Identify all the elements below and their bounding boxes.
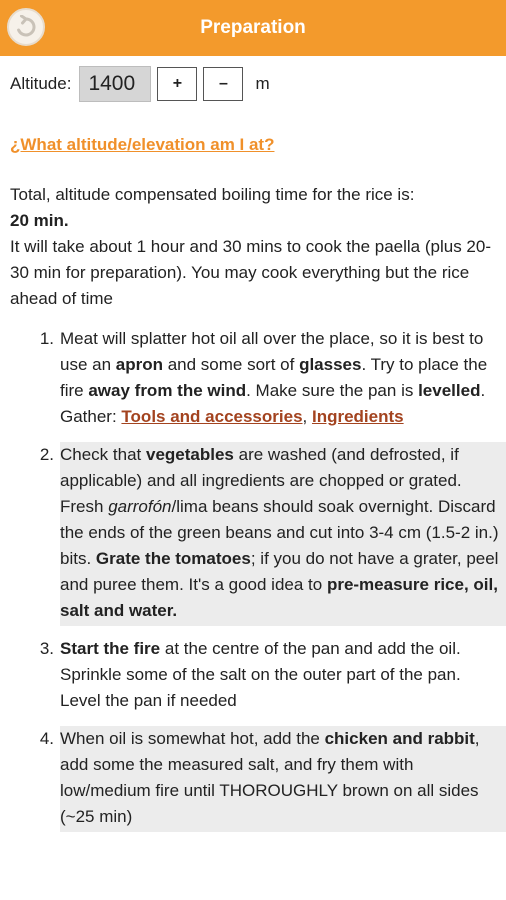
step-number: 2. (39, 445, 54, 464)
back-arrow-icon (17, 15, 36, 37)
summary: Total, altitude compensated boiling time… (10, 182, 506, 312)
step-number: 3. (39, 639, 54, 658)
back-button[interactable] (7, 8, 45, 46)
page-title: Preparation (200, 17, 306, 38)
step-number: 4. (39, 729, 54, 748)
step-item: 3. Start the fire at the centre of the p… (10, 636, 506, 716)
summary-line: Total, altitude compensated boiling time… (10, 185, 415, 204)
decrease-altitude-button[interactable]: – (203, 67, 244, 101)
boiling-time: 20 min. (10, 211, 69, 230)
step-text: Check that vegetables are washed (and de… (60, 442, 506, 626)
summary-note: It will take about 1 hour and 30 mins to… (10, 237, 492, 308)
altitude-label: Altitude: (10, 74, 72, 93)
step-text: Start the fire at the centre of the pan … (60, 639, 461, 710)
step-text: When oil is somewhat hot, add the chicke… (60, 726, 506, 832)
step-item: 2. Check that vegetables are washed (and… (10, 442, 506, 626)
tools-link[interactable]: Tools and accessories (121, 407, 302, 426)
step-number: 1. (39, 329, 54, 348)
step-item: 4. When oil is somewhat hot, add the chi… (10, 726, 506, 832)
steps-list: 1. Meat will splatter hot oil all over t… (10, 326, 506, 832)
app-header: Preparation (0, 0, 506, 56)
step-text: Meat will splatter hot oil all over the … (60, 329, 488, 426)
altitude-help-link[interactable]: ¿What altitude/elevation am I at? (10, 132, 274, 158)
altitude-unit: m (255, 74, 270, 93)
main-content: Altitude: + – m ¿What altitude/elevation… (0, 58, 506, 832)
altitude-row: Altitude: + – m (10, 58, 506, 110)
altitude-input[interactable] (79, 66, 152, 102)
step-item: 1. Meat will splatter hot oil all over t… (10, 326, 506, 432)
ingredients-link[interactable]: Ingredients (312, 407, 404, 426)
increase-altitude-button[interactable]: + (157, 67, 198, 101)
